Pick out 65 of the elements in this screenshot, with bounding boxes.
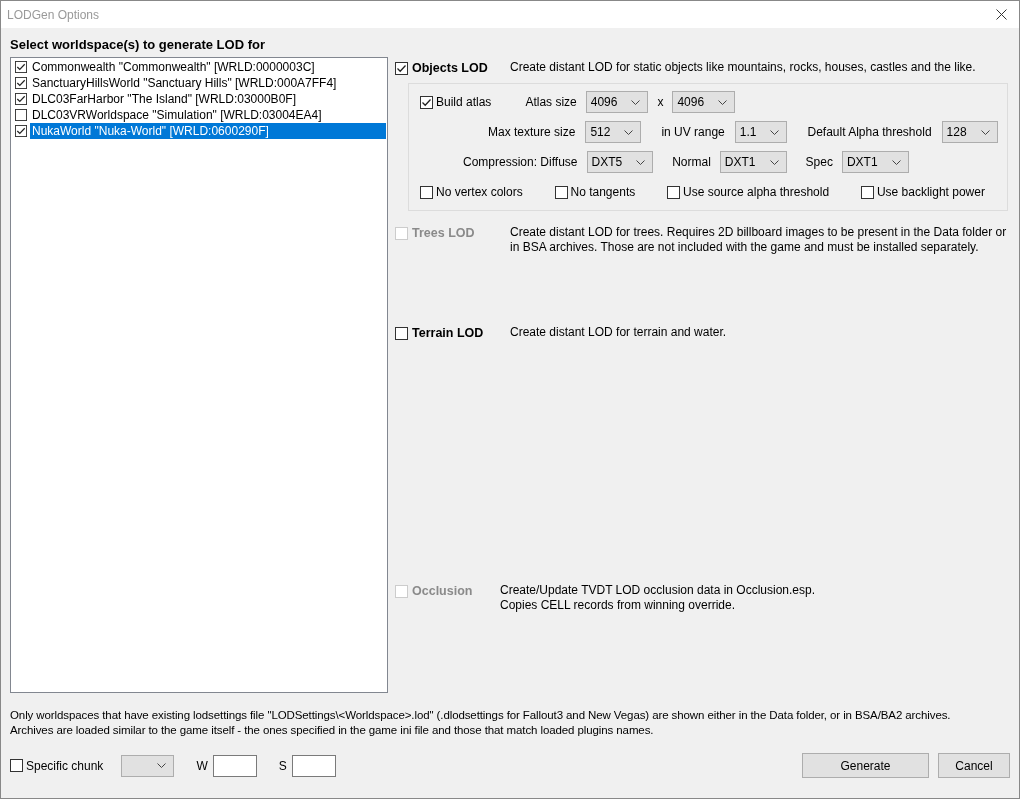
list-item[interactable]: NukaWorld "Nuka-World" [WRLD:0600290F] xyxy=(30,123,386,139)
checkbox-label[interactable]: Build atlas xyxy=(436,95,492,109)
list-item[interactable]: DLC03VRWorldspace "Simulation" [WRLD:03004EA4] xyxy=(30,107,386,123)
checkbox[interactable] xyxy=(15,109,27,121)
description-text: Create distant LOD for terrain and water. xyxy=(510,324,727,340)
checkbox[interactable] xyxy=(15,125,27,137)
dialog-button[interactable]: Generate xyxy=(802,753,929,778)
dropdown[interactable]: DXT5 xyxy=(586,151,654,173)
checkbox[interactable] xyxy=(15,61,27,73)
dialog-button[interactable]: Cancel xyxy=(938,753,1010,778)
section-heading: Select worldspace(s) to generate LOD for xyxy=(10,37,266,54)
input-field[interactable] xyxy=(212,754,257,777)
checkbox-label[interactable]: No tangents xyxy=(570,185,636,199)
checkbox[interactable] xyxy=(860,185,874,199)
dropdown[interactable]: DXT1 xyxy=(719,151,787,173)
dropdown[interactable]: DXT1 xyxy=(841,151,909,173)
field-label: x xyxy=(657,95,664,109)
dropdown[interactable]: 4096 xyxy=(672,91,736,113)
close-icon[interactable] xyxy=(996,9,1007,20)
caret-icon xyxy=(891,159,901,165)
checkbox[interactable] xyxy=(395,326,408,340)
description-text: Create distant LOD for static objects like mountains, rocks, houses, castles and the like. xyxy=(510,59,976,75)
window-title: LODGen Options xyxy=(7,7,100,22)
field-label: Max texture size xyxy=(488,125,576,139)
input-field[interactable] xyxy=(291,754,336,777)
list-item[interactable]: DLC03FarHarbor "The Island" [WRLD:03000B0F] xyxy=(30,91,386,107)
caret-icon xyxy=(624,129,634,135)
checkbox-label[interactable]: Use backlight power xyxy=(876,185,985,199)
checkbox[interactable] xyxy=(15,93,27,105)
list-item[interactable]: Commonwealth "Commonwealth" [WRLD:0000003C] xyxy=(30,59,386,75)
dropdown[interactable]: 512 xyxy=(585,121,642,143)
checkbox-label[interactable]: Use source alpha threshold xyxy=(683,185,830,199)
checkbox-label[interactable]: Specific chunk xyxy=(26,758,104,773)
field-label: Normal xyxy=(672,155,711,169)
field-label: W xyxy=(196,758,208,773)
field-label: Compression: Diffuse xyxy=(463,155,578,169)
caret-icon xyxy=(631,99,641,105)
caret-icon xyxy=(636,159,646,165)
description-text: Create/Update TVDT LOD occlusion data in Occlusion.esp. Copies CELL records from winning override. xyxy=(500,582,816,613)
field-label: S xyxy=(278,758,287,773)
checkbox[interactable] xyxy=(15,77,27,89)
caret-icon xyxy=(157,763,167,768)
checkbox-label[interactable]: Terrain LOD xyxy=(412,326,484,340)
checkbox-label[interactable]: No vertex colors xyxy=(436,185,523,199)
field-label: in UV range xyxy=(661,125,725,139)
info-text: Only worldspaces that have existing lodsettings file "LODSettings\<Worldspace>.lod" (.dlodsettings for Fallout3 and New Vegas) are shown either in the Data folder, or in BSA/BA2 archives. Archives are loaded similar to the game itself - the ones specified in the game ini file and those that match loaded plugins names. xyxy=(10,708,952,738)
checkbox[interactable] xyxy=(395,61,408,75)
field-label: Atlas size xyxy=(525,95,577,109)
checkbox[interactable] xyxy=(667,185,680,199)
dropdown[interactable]: 1.1 xyxy=(734,121,788,143)
caret-icon xyxy=(769,159,779,165)
checkbox[interactable] xyxy=(554,185,568,199)
dropdown[interactable]: 128 xyxy=(941,121,998,143)
caret-icon xyxy=(770,129,780,135)
field-label: Default Alpha threshold xyxy=(807,125,932,139)
dropdown[interactable]: 4096 xyxy=(585,91,649,113)
caret-icon xyxy=(718,99,728,105)
checkbox-label[interactable]: Objects LOD xyxy=(412,61,488,75)
caret-icon xyxy=(980,129,990,135)
checkbox[interactable] xyxy=(10,759,23,772)
list-item[interactable]: SanctuaryHillsWorld "Sanctuary Hills" [WRLD:000A7FF4] xyxy=(30,75,386,91)
description-text: Create distant LOD for trees. Requires 2D billboard images to be present in the Data folder or in BSA archives. Those are not included with the game and must be installed separately. xyxy=(510,224,1007,255)
field-label: Spec xyxy=(805,155,833,169)
checkbox[interactable] xyxy=(420,185,433,199)
checkbox[interactable] xyxy=(420,95,433,109)
